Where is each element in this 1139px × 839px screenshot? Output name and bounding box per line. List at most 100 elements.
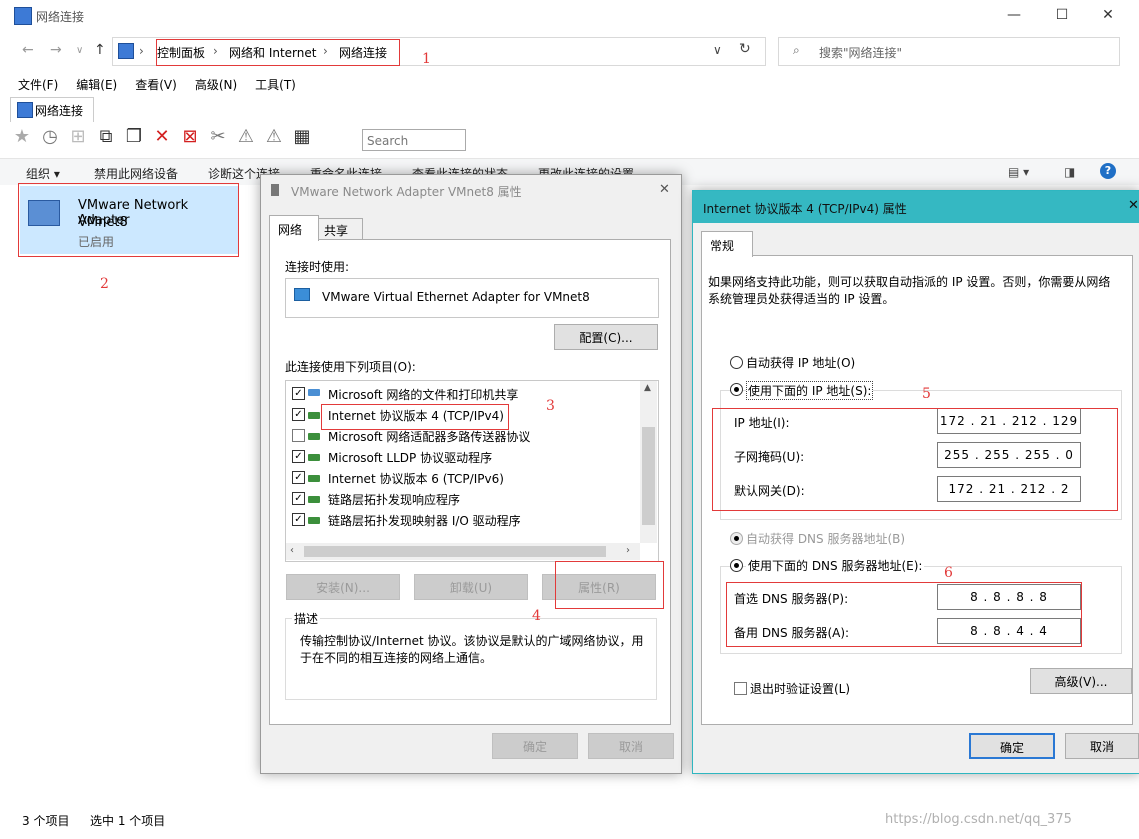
dialog1-close-icon[interactable]: ✕: [659, 182, 670, 197]
scroll-left-icon[interactable]: ‹: [290, 545, 294, 556]
vertical-scrollbar[interactable]: ▲: [640, 381, 657, 543]
item-checkbox[interactable]: ✓: [292, 492, 305, 505]
horizontal-scrollbar[interactable]: ‹ ›: [286, 543, 640, 560]
windows-logo-icon[interactable]: ⊞: [64, 124, 92, 150]
item-checkbox[interactable]: ✓: [292, 513, 305, 526]
tab-sharing-label: 共享: [324, 224, 349, 238]
refresh-icon[interactable]: ↻: [739, 41, 751, 57]
list-item[interactable]: ✓ Microsoft 网络的文件和打印机共享: [286, 383, 638, 403]
annotation-1: 1: [422, 51, 431, 67]
preview-pane-icon[interactable]: ◨: [1064, 165, 1075, 179]
protocol-icon: [308, 412, 320, 419]
tab-network-connections[interactable]: 网络连接: [10, 97, 94, 122]
scroll-thumb[interactable]: [642, 427, 655, 525]
item-checkbox[interactable]: ✓: [292, 387, 305, 400]
menu-edit[interactable]: 编辑(E): [76, 76, 117, 93]
favorites-star-icon[interactable]: ★: [8, 124, 36, 150]
description-group: 描述 传输控制协议/Internet 协议。该协议是默认的广域网络协议，用于在不…: [285, 610, 657, 700]
view-options-icon[interactable]: ▤ ▾: [1008, 165, 1029, 179]
tab-label: 网络连接: [35, 104, 84, 118]
disconnect-icon[interactable]: ⚠: [232, 124, 260, 150]
list-item[interactable]: ✓ Internet 协议版本 6 (TCP/IPv6): [286, 467, 638, 487]
remove-icon[interactable]: ⊠: [176, 124, 204, 150]
forward-arrow-icon[interactable]: →: [50, 42, 62, 58]
menu-advanced[interactable]: 高级(N): [195, 76, 237, 93]
dialog1-cancel-button[interactable]: 取消: [588, 733, 674, 759]
control-panel-icon: [118, 43, 134, 59]
tab-network-label: 网络: [278, 223, 303, 237]
minimize-button[interactable]: —: [1000, 4, 1028, 26]
list-item[interactable]: ✓ Microsoft LLDP 协议驱动程序: [286, 446, 638, 466]
annotation-4: 4: [532, 608, 541, 624]
annotation-6: 6: [944, 565, 953, 581]
dialog2-title: Internet 协议版本 4 (TCP/IPv4) 属性: [703, 202, 907, 216]
menu-file[interactable]: 文件(F): [18, 76, 58, 93]
manual-ip-radio[interactable]: [730, 383, 743, 396]
hscroll-thumb[interactable]: [304, 546, 606, 557]
back-arrow-icon[interactable]: ←: [22, 42, 34, 58]
dialog-adapter-icon: [271, 184, 279, 196]
scroll-up-icon[interactable]: ▲: [644, 383, 651, 393]
list-item[interactable]: ✓ 链路层拓扑发现映射器 I/O 驱动程序: [286, 509, 638, 529]
search-placeholder: 搜索"网络连接": [819, 46, 903, 60]
up-arrow-icon[interactable]: ↑: [94, 42, 106, 58]
uninstall-button[interactable]: 卸载(U): [414, 574, 528, 600]
item-checkbox[interactable]: ✓: [292, 450, 305, 463]
menu-tools[interactable]: 工具(T): [255, 76, 296, 93]
close-button[interactable]: ✕: [1094, 4, 1122, 26]
connect-using-label: 连接时使用:: [285, 260, 350, 274]
item-label: Internet 协议版本 6 (TCP/IPv6): [328, 472, 504, 486]
annotation-box-3: [321, 404, 509, 430]
toolbar-search-input[interactable]: Search: [362, 129, 466, 151]
search-box[interactable]: ⌕ 搜索"网络连接": [778, 37, 1120, 66]
disable-device-button[interactable]: 禁用此网络设备: [94, 165, 178, 182]
recent-chevron-icon[interactable]: ∨: [76, 45, 83, 56]
scroll-right-icon[interactable]: ›: [626, 545, 630, 556]
item-checkbox[interactable]: ✓: [292, 408, 305, 421]
organize-menu[interactable]: 组织 ▾: [26, 165, 60, 182]
selected-count: 选中 1 个项目: [90, 814, 166, 828]
auto-dns-label: 自动获得 DNS 服务器地址(B): [746, 532, 906, 546]
protocol-icon: [308, 517, 320, 524]
history-clock-icon[interactable]: ◷: [36, 124, 64, 150]
dialog1-ok-button[interactable]: 确定: [492, 733, 578, 759]
copy-icon[interactable]: ❐: [120, 124, 148, 150]
item-checkbox[interactable]: ✓: [292, 471, 305, 484]
item-label: Microsoft 网络的文件和打印机共享: [328, 388, 519, 402]
dialog2-close-icon[interactable]: ✕: [1128, 198, 1139, 213]
address-dropdown-icon[interactable]: ∨: [713, 43, 722, 57]
annotation-box-1: [156, 39, 400, 66]
manual-dns-radio[interactable]: [730, 559, 743, 572]
help-icon[interactable]: ?: [1100, 163, 1116, 179]
configure-button[interactable]: 配置(C)...: [554, 324, 658, 350]
watermark: https://blog.csdn.net/qq_375: [885, 812, 1072, 827]
auto-ip-radio[interactable]: [730, 356, 743, 369]
adapter-properties-dialog: VMware Network Adapter VMnet8 属性 ✕ 网络 共享…: [260, 174, 682, 774]
item-label: Microsoft LLDP 协议驱动程序: [328, 451, 493, 465]
menu-view[interactable]: 查看(V): [135, 76, 177, 93]
cut-icon[interactable]: ✂: [204, 124, 232, 150]
view-icon[interactable]: ▦: [288, 124, 316, 150]
tab-network[interactable]: 网络: [269, 215, 319, 241]
validate-checkbox[interactable]: [734, 682, 747, 695]
network-service-icon: [308, 389, 320, 396]
tab-general[interactable]: 常规: [701, 231, 753, 257]
item-label: 链路层拓扑发现映射器 I/O 驱动程序: [328, 514, 521, 528]
dialog2-cancel-button[interactable]: 取消: [1065, 733, 1139, 759]
advanced-button[interactable]: 高级(V)...: [1030, 668, 1132, 694]
intro-text: 如果网络支持此功能，则可以获取自动指派的 IP 设置。否则，你需要从网络系统管理…: [708, 275, 1111, 306]
maximize-button[interactable]: ☐: [1048, 4, 1076, 26]
dialog2-ok-button[interactable]: 确定: [969, 733, 1055, 759]
install-button[interactable]: 安装(N)...: [286, 574, 400, 600]
delete-icon[interactable]: ✕: [148, 124, 176, 150]
auto-ip-label: 自动获得 IP 地址(O): [746, 356, 856, 370]
item-checkbox[interactable]: [292, 429, 305, 442]
search-icon: ⌕: [793, 43, 800, 57]
list-item[interactable]: ✓ 链路层拓扑发现响应程序: [286, 488, 638, 508]
connect-icon[interactable]: ⧉: [92, 124, 120, 150]
tab-sharing[interactable]: 共享: [317, 218, 363, 241]
window-titlebar: 网络连接 — ☐ ✕: [0, 0, 1139, 32]
erase-icon[interactable]: ⚠: [260, 124, 288, 150]
protocol-icon: [308, 433, 320, 440]
auto-dns-radio[interactable]: [730, 532, 743, 545]
